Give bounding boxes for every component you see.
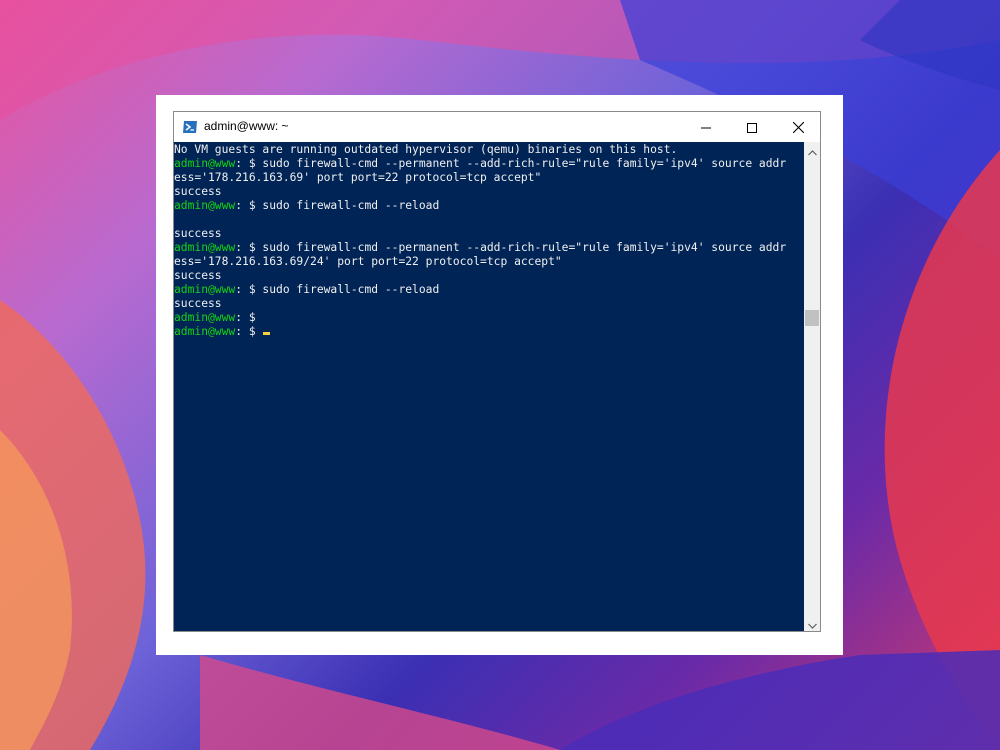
terminal-line: success [174, 297, 786, 311]
line-text: : $ [235, 311, 256, 324]
terminal-line: admin@www: $ sudo firewall-cmd --permane… [174, 157, 786, 171]
close-button[interactable] [775, 112, 821, 142]
terminal-window[interactable]: admin@www: ~ No VM guests are running ou… [173, 111, 821, 632]
scroll-up-button[interactable] [804, 142, 820, 158]
terminal-line: No VM guests are running outdated hyperv… [174, 143, 786, 157]
line-text: success [174, 269, 222, 282]
vertical-scrollbar[interactable] [804, 142, 820, 631]
line-text: success [174, 227, 222, 240]
line-text: success [174, 297, 222, 310]
terminal-line: admin@www: $ sudo firewall-cmd --permane… [174, 241, 786, 255]
maximize-icon [747, 118, 757, 137]
terminal-line: admin@www: $ [174, 325, 786, 339]
line-text: No VM guests are running outdated hyperv… [174, 143, 678, 156]
title-bar[interactable]: admin@www: ~ [174, 112, 820, 142]
terminal-line: ess='178.216.163.69' port port=22 protoc… [174, 171, 786, 185]
line-text: : $ sudo firewall-cmd --permanent --add-… [235, 157, 787, 170]
terminal-line: admin@www: $ sudo firewall-cmd --reload [174, 199, 786, 213]
line-text: : $ sudo firewall-cmd --reload [235, 283, 440, 296]
prompt-user-host: admin@www [174, 311, 236, 324]
terminal-line: admin@www: $ sudo firewall-cmd --reload [174, 283, 786, 297]
line-text: success [174, 185, 222, 198]
terminal-line: success [174, 227, 786, 241]
prompt-user-host: admin@www [174, 241, 236, 254]
text-cursor [263, 332, 271, 335]
chevron-up-icon [807, 141, 817, 160]
minimize-icon [701, 118, 711, 137]
prompt-user-host: admin@www [174, 325, 236, 338]
terminal-line: ess='178.216.163.69/24' port port=22 pro… [174, 255, 786, 269]
chevron-down-icon [807, 614, 817, 633]
minimize-button[interactable] [683, 112, 729, 142]
terminal-line: success [174, 269, 786, 283]
prompt-user-host: admin@www [174, 157, 236, 170]
line-text: : $ sudo firewall-cmd --permanent --add-… [235, 241, 787, 254]
line-text: ess='178.216.163.69' port port=22 protoc… [174, 171, 542, 184]
powershell-icon [182, 119, 198, 135]
line-text: ess='178.216.163.69/24' port port=22 pro… [174, 255, 562, 268]
terminal-output[interactable]: No VM guests are running outdated hyperv… [174, 142, 804, 631]
window-title: admin@www: ~ [204, 119, 289, 133]
prompt-user-host: admin@www [174, 283, 236, 296]
prompt-user-host: admin@www [174, 199, 236, 212]
scrollbar-thumb[interactable] [805, 310, 819, 326]
line-text: : $ sudo firewall-cmd --reload [235, 199, 440, 212]
maximize-button[interactable] [729, 112, 775, 142]
terminal-lines: No VM guests are running outdated hyperv… [174, 143, 786, 339]
close-icon [792, 118, 804, 137]
line-text: : $ [235, 325, 263, 338]
terminal-line: admin@www: $ [174, 311, 786, 325]
scroll-down-button[interactable] [804, 615, 820, 631]
terminal-line: success [174, 185, 786, 199]
